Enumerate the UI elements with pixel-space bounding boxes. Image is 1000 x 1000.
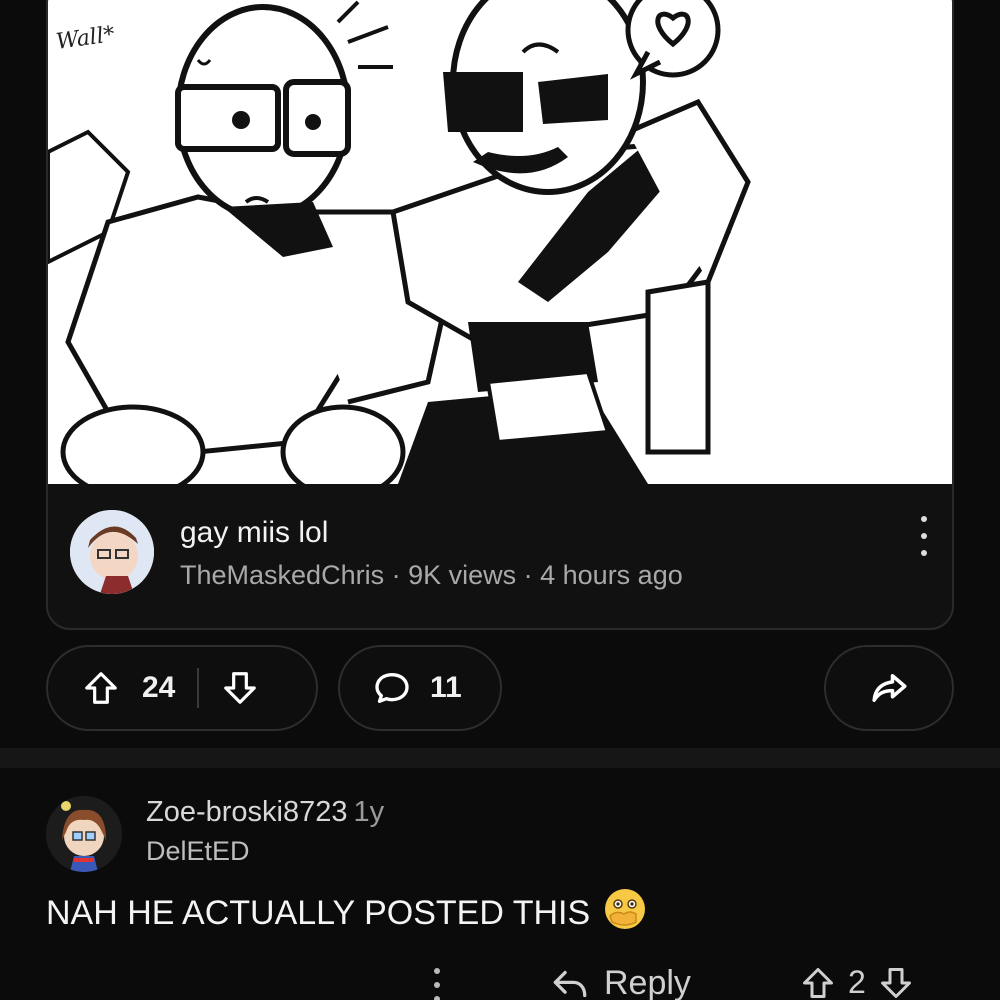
more-options-icon[interactable] xyxy=(914,516,934,556)
comment-score: 2 xyxy=(848,964,866,1000)
share-icon xyxy=(868,667,910,709)
downvote-icon[interactable] xyxy=(221,669,259,707)
face-hand-over-mouth-emoji-icon xyxy=(602,886,648,941)
comment-text-content: NAH HE ACTUALLY POSTED THIS xyxy=(46,894,591,932)
reply-button[interactable]: Reply xyxy=(550,964,691,1000)
video-subtitle: TheMaskedChris · 9K views · 4 hours ago xyxy=(180,560,683,591)
post-card[interactable]: Wall* gay miis lol TheMaskedChris · 9K v… xyxy=(46,0,954,630)
view-count: 9K views xyxy=(408,560,517,590)
comment-actions: Reply 2 xyxy=(0,958,1000,1000)
section-divider xyxy=(0,748,1000,768)
reply-label: Reply xyxy=(604,964,691,1000)
comment-username[interactable]: Zoe-broski8723 xyxy=(146,796,348,828)
vote-pill: 24 xyxy=(46,645,318,731)
share-button[interactable] xyxy=(824,645,954,731)
channel-name[interactable]: TheMaskedChris xyxy=(180,560,384,590)
comment-downvote-icon[interactable] xyxy=(878,965,914,1000)
video-meta: gay miis lol TheMaskedChris · 9K views ·… xyxy=(70,510,940,600)
comment-more-icon[interactable] xyxy=(432,968,442,1000)
comment-vote: 2 xyxy=(800,964,914,1000)
app-root: Wall* gay miis lol TheMaskedChris · 9K v… xyxy=(0,0,1000,1000)
comments-button[interactable]: 11 xyxy=(338,645,502,731)
comment-username-line: Zoe-broski8723 1y xyxy=(146,796,384,829)
channel-avatar[interactable] xyxy=(70,510,154,594)
post-time: 4 hours ago xyxy=(540,560,683,590)
thumbnail-drawing xyxy=(48,0,952,484)
user-flair: DelEtED xyxy=(146,836,250,866)
comment-count: 11 xyxy=(430,671,462,704)
vote-divider xyxy=(197,668,200,708)
upvote-icon[interactable] xyxy=(82,669,120,707)
meta-separator: · xyxy=(384,560,409,590)
video-title[interactable]: gay miis lol xyxy=(180,516,328,550)
video-thumbnail[interactable]: Wall* xyxy=(48,0,952,484)
comment-upvote-icon[interactable] xyxy=(800,965,836,1000)
meta-separator: · xyxy=(516,560,541,590)
comment-text: NAH HE ACTUALLY POSTED THIS xyxy=(46,886,648,941)
reply-icon xyxy=(553,970,587,997)
comment-icon xyxy=(372,668,412,708)
upvote-count: 24 xyxy=(142,671,176,704)
commenter-avatar[interactable] xyxy=(46,796,122,872)
comment-age: 1y xyxy=(353,796,385,828)
